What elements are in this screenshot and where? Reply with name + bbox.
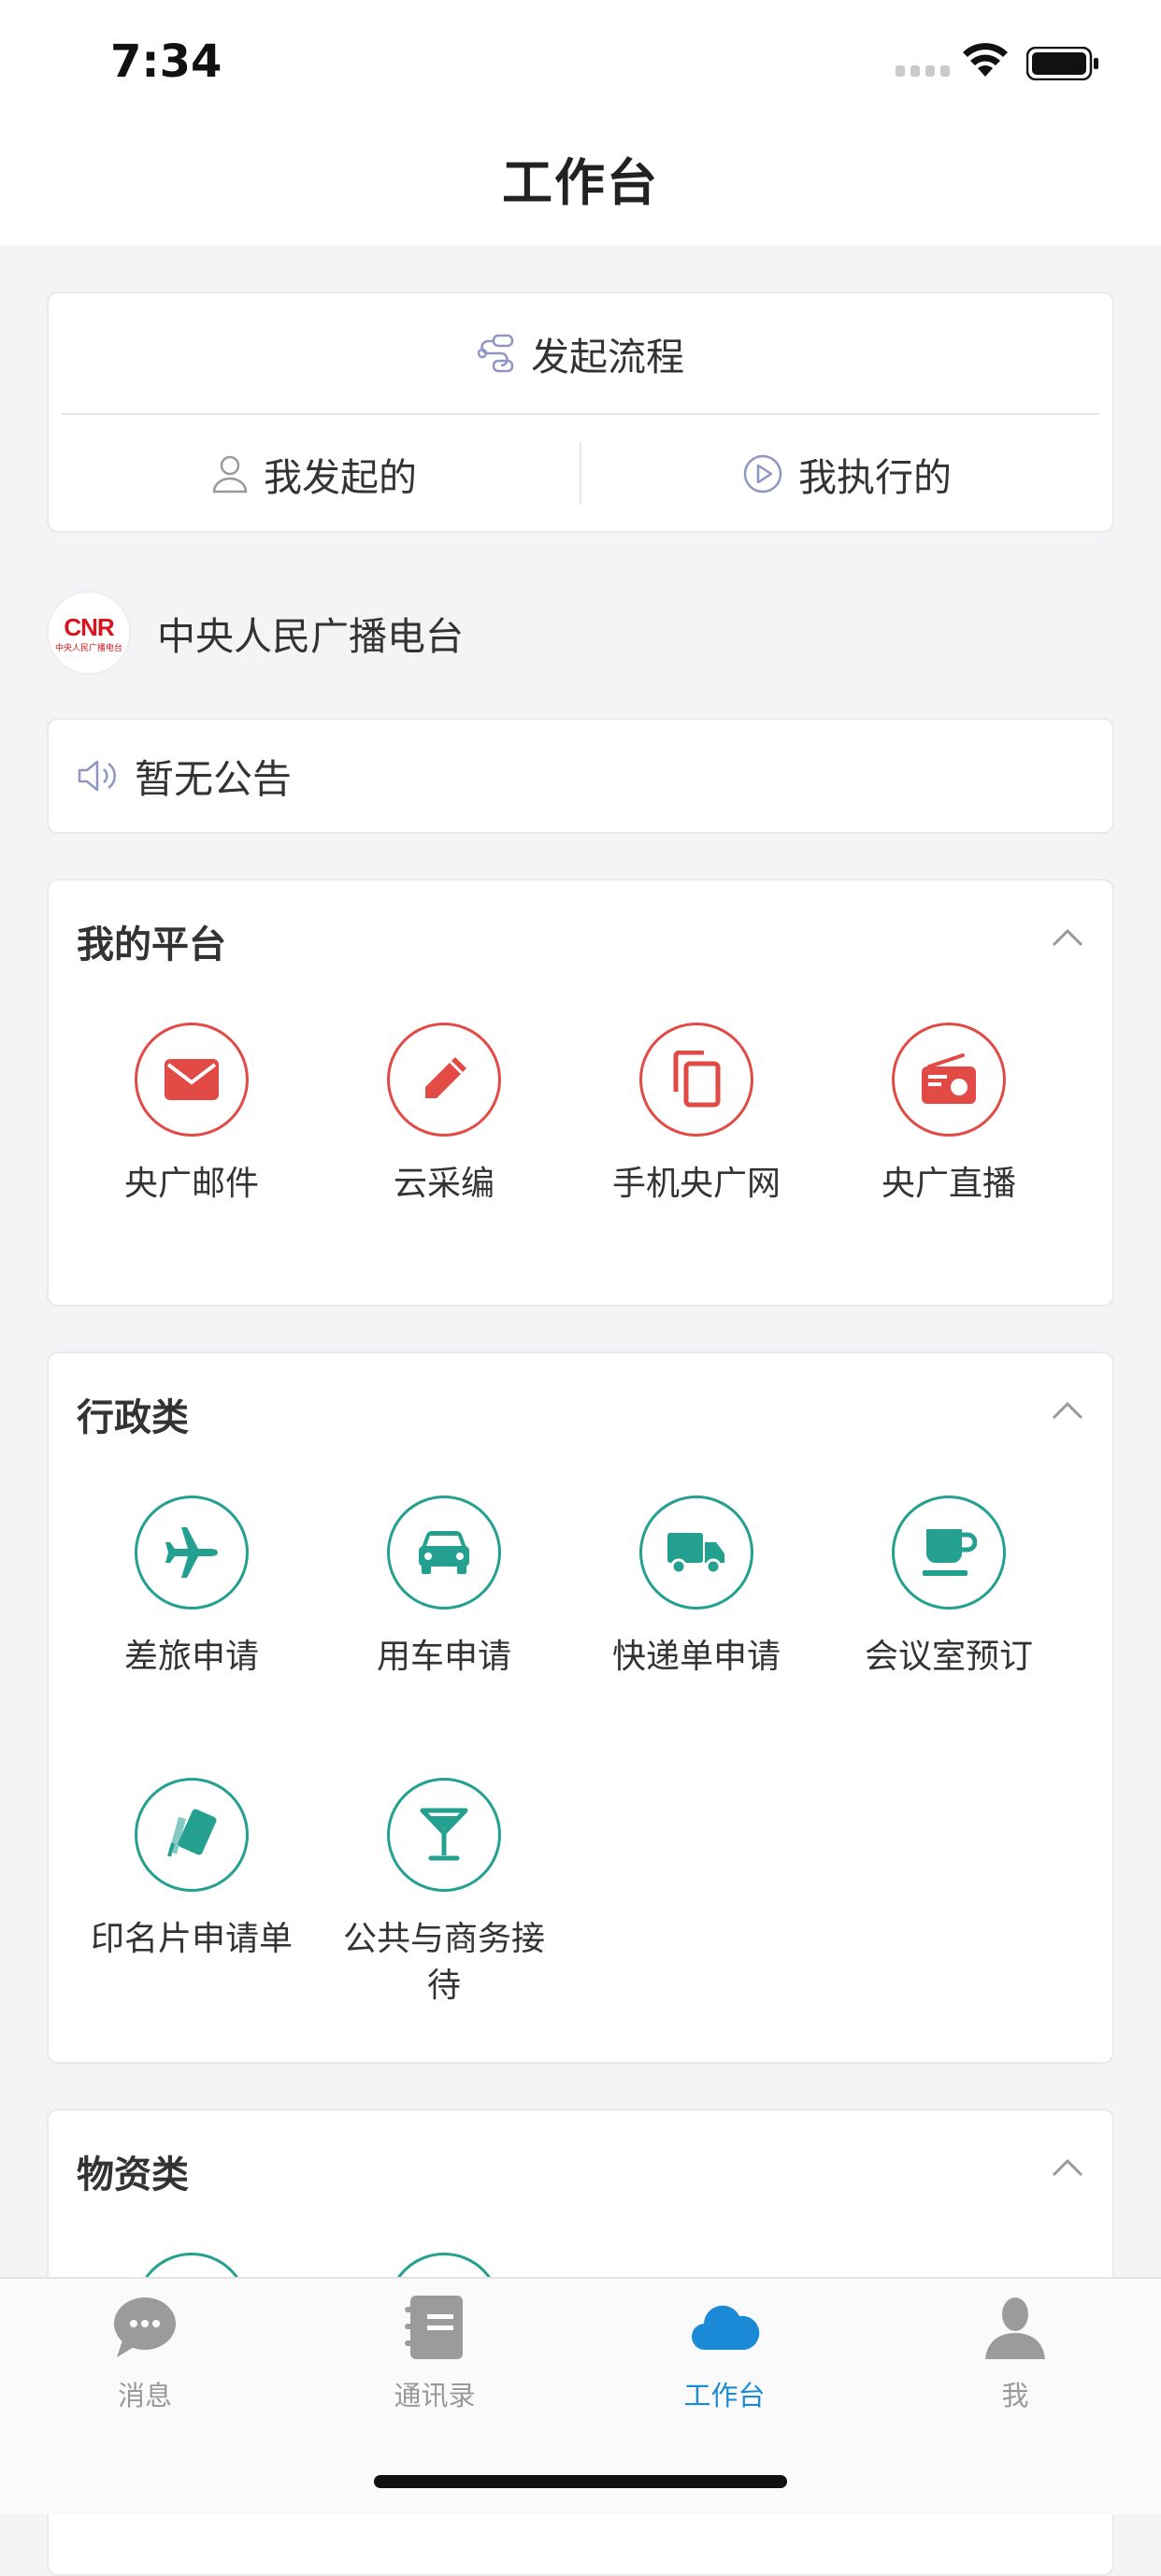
chevron-up-icon[interactable] [1051,1400,1084,1421]
section-title: 行政类 [77,1396,189,1439]
administrative-section: 行政类 差旅申请 用车申请 快递单申请 会议室预订 印名片申请单 公共与商务接待 [47,1352,1114,2064]
app-car-request[interactable]: 用车申请 [318,1496,570,1681]
cnr-logo: CNR 中央人民广播电台 [47,591,131,675]
app-courier-request[interactable]: 快递单申请 [570,1496,823,1681]
contacts-book-icon [405,2296,463,2359]
tab-me[interactable]: 我 [922,2292,1109,2413]
coffee-cup-icon [923,1529,977,1576]
airplane-icon [165,1527,218,1578]
chevron-up-icon[interactable] [1051,927,1084,948]
app-reception-request[interactable]: 公共与商务接待 [318,1778,570,2010]
organization-name: 中央人民广播电台 [157,614,464,659]
chevron-up-icon[interactable] [1051,2157,1084,2178]
home-indicator [374,2475,787,2488]
mail-icon [165,1059,219,1100]
status-time: 7:34 [110,36,222,88]
play-circle-icon [743,454,782,494]
speaker-icon [78,760,116,792]
wifi-icon [963,43,1008,77]
section-title: 我的平台 [77,923,226,966]
cellular-signal-icon [896,65,950,79]
my-executed-button[interactable]: 我执行的 [581,415,1112,533]
flow-icon [477,334,514,373]
announcement-text: 暂无公告 [135,755,293,802]
app-cloud-editing[interactable]: 云采编 [318,1023,570,1208]
app-business-card-request[interactable]: 印名片申请单 [65,1778,318,1963]
copy-icon [673,1051,721,1108]
section-title: 物资类 [77,2154,189,2197]
start-flow-label: 发起流程 [531,335,684,379]
start-flow-button[interactable]: 发起流程 [49,293,1112,413]
my-initiated-label: 我发起的 [264,455,417,500]
announcement-card[interactable]: 暂无公告 [47,718,1114,834]
tab-messages[interactable]: 消息 [51,2292,238,2413]
app-travel-request[interactable]: 差旅申请 [65,1496,318,1681]
chat-bubble-icon [114,2297,176,2357]
organization-row[interactable]: CNR 中央人民广播电台 中央人民广播电台 [47,589,464,677]
flow-card: 发起流程 我发起的 我执行的 [47,292,1114,533]
app-cnr-live[interactable]: 央广直播 [823,1023,1075,1208]
status-bar: 7:34 [0,0,1161,122]
cocktail-icon [420,1808,468,1861]
radio-icon [922,1053,976,1104]
my-platform-section: 我的平台 央广邮件 云采编 手机央广网 央广直播 [47,879,1114,1307]
battery-icon [1026,47,1098,80]
app-cnr-mail[interactable]: 央广邮件 [65,1023,318,1208]
car-icon [419,1531,469,1574]
page-title: 工作台 [502,153,659,212]
app-mobile-cnr[interactable]: 手机央广网 [570,1023,823,1208]
truck-icon [667,1533,724,1575]
pencil-icon [425,1057,466,1098]
nav-header: 工作台 [0,122,1161,245]
my-initiated-button[interactable]: 我发起的 [49,415,580,533]
tab-contacts[interactable]: 通讯录 [341,2292,528,2413]
cloud-icon [691,2305,760,2351]
person-icon [212,455,248,494]
my-executed-label: 我执行的 [798,455,952,500]
user-icon [985,2297,1045,2359]
business-card-icon [167,1809,217,1857]
tab-workbench[interactable]: 工作台 [631,2292,818,2413]
app-meeting-room-booking[interactable]: 会议室预订 [823,1496,1075,1681]
